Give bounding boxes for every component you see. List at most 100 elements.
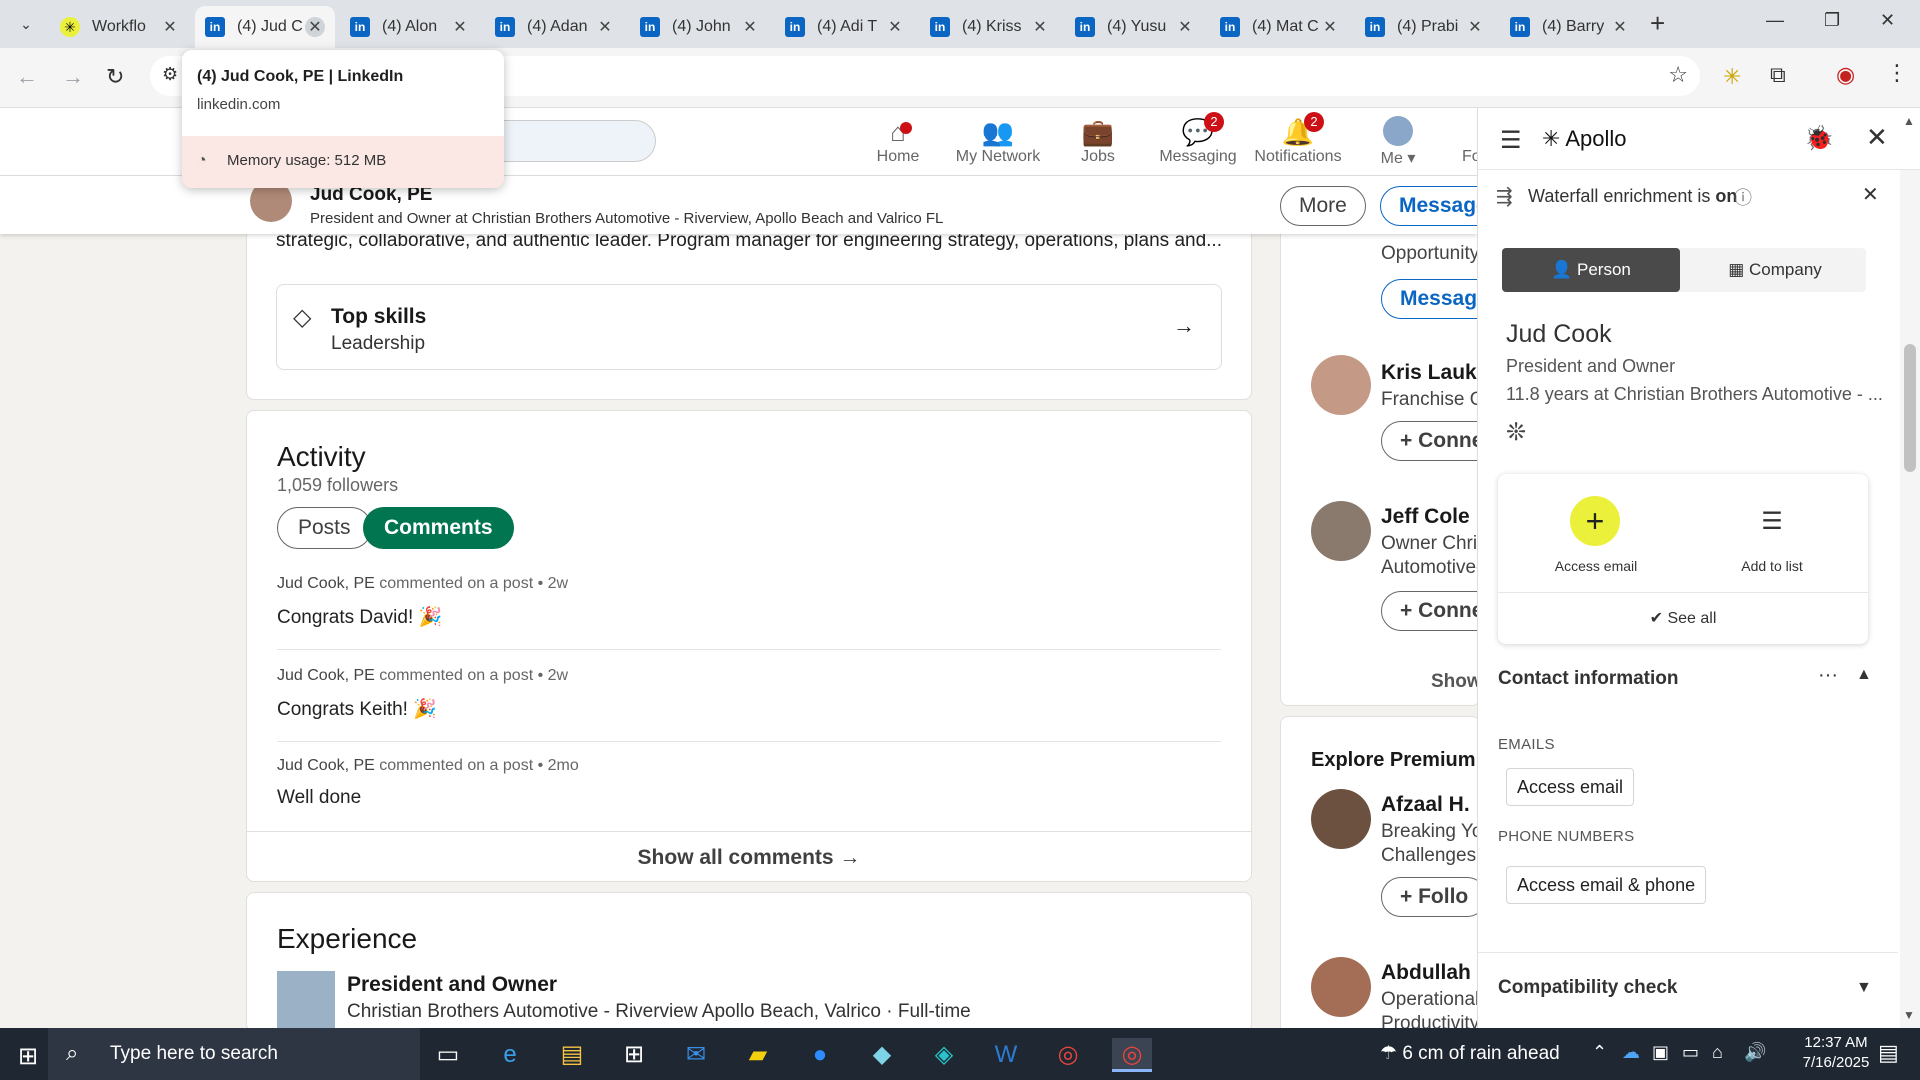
company-logo[interactable] bbox=[277, 971, 335, 1031]
rail-person-name[interactable]: Jeff Cole bbox=[1381, 505, 1470, 529]
access-email-phone-button[interactable]: Access email & phone bbox=[1506, 866, 1707, 904]
rail-show-all[interactable]: Show bbox=[1431, 671, 1479, 693]
clock-time[interactable]: 12:37 AM bbox=[1796, 1034, 1876, 1051]
browser-tab-active[interactable]: in (4) Jud C ✕ bbox=[195, 6, 335, 48]
nav-me[interactable]: Me ▾ bbox=[1350, 116, 1446, 168]
browser-tab[interactable]: ✳ Workflo ✕ bbox=[50, 6, 190, 48]
rail-follow-button[interactable]: + Follo bbox=[1381, 877, 1479, 917]
person-photo[interactable] bbox=[1311, 501, 1371, 561]
caret-up-icon[interactable]: ▲ bbox=[1856, 666, 1872, 684]
show-all-comments-link[interactable]: Show all comments → bbox=[247, 831, 1251, 883]
window-close-icon[interactable]: ✕ bbox=[1880, 10, 1895, 31]
word-icon[interactable]: W bbox=[986, 1038, 1026, 1072]
tab-close-icon[interactable]: ✕ bbox=[885, 17, 905, 37]
tab-close-icon[interactable]: ✕ bbox=[450, 17, 470, 37]
notification-center-icon[interactable]: ▤ bbox=[1878, 1040, 1899, 1066]
zoom-icon[interactable]: ● bbox=[800, 1038, 840, 1072]
tab-close-icon[interactable]: ✕ bbox=[1030, 17, 1050, 37]
file-explorer-icon[interactable]: ▤ bbox=[552, 1038, 592, 1072]
hamburger-menu-icon[interactable]: ☰ bbox=[1500, 126, 1522, 155]
rail-connect-button[interactable]: + Conne bbox=[1381, 421, 1479, 461]
person-photo[interactable] bbox=[1311, 355, 1371, 415]
filter-comments[interactable]: Comments bbox=[363, 507, 514, 549]
nav-notifications[interactable]: 🔔 2 Notifications bbox=[1250, 112, 1346, 166]
access-email-button[interactable]: Access email bbox=[1506, 768, 1635, 806]
tab-company[interactable]: ▦ Company bbox=[1684, 248, 1866, 292]
more-button[interactable]: More bbox=[1280, 186, 1366, 226]
arrow-right-icon[interactable]: → bbox=[1173, 313, 1195, 339]
rail-person-name[interactable]: Afzaal H. bbox=[1381, 793, 1470, 817]
site-info-icon[interactable]: ⚙ bbox=[162, 64, 178, 85]
browser-tab[interactable]: in (4) Prabi ✕ bbox=[1355, 6, 1495, 48]
task-view-icon[interactable]: ▭ bbox=[428, 1038, 468, 1072]
tab-close-icon[interactable]: ✕ bbox=[595, 17, 615, 37]
browser-tab[interactable]: in (4) Mat C ✕ bbox=[1210, 6, 1350, 48]
battery-icon[interactable]: ▭ bbox=[1682, 1042, 1699, 1063]
taskbar-search-box[interactable]: ⌕ Type here to search bbox=[48, 1028, 420, 1080]
browser-tab[interactable]: in (4) Barry ✕ bbox=[1500, 6, 1640, 48]
tab-close-icon[interactable]: ✕ bbox=[1320, 17, 1340, 37]
rail-connect-button[interactable]: + Conne bbox=[1381, 591, 1479, 631]
volume-icon[interactable]: 🔊 bbox=[1744, 1042, 1766, 1063]
rail-person-name[interactable]: Abdullah B bbox=[1381, 961, 1479, 985]
nav-home[interactable]: ⌂ Home bbox=[850, 116, 946, 166]
bug-report-icon[interactable]: 🐞 bbox=[1804, 124, 1834, 153]
nav-my-network[interactable]: 👥 My Network bbox=[950, 116, 1046, 166]
tab-person[interactable]: 👤 Person bbox=[1502, 248, 1680, 292]
browser-tab[interactable]: in (4) Yusu ✕ bbox=[1065, 6, 1205, 48]
activity-comment[interactable]: Jud Cook, PE commented on a post • 2w Co… bbox=[277, 667, 1221, 721]
tab-close-icon[interactable]: ✕ bbox=[160, 17, 180, 37]
browser-tab[interactable]: in (4) Kriss ✕ bbox=[920, 6, 1060, 48]
scroll-up-arrow-icon[interactable]: ▲ bbox=[1903, 114, 1915, 128]
rail-person-name[interactable]: Kris Laukar bbox=[1381, 361, 1479, 385]
info-icon[interactable]: ⓘ bbox=[1734, 184, 1752, 210]
browser-tab[interactable]: in (4) Adi T ✕ bbox=[775, 6, 915, 48]
microsoft-store-icon[interactable]: ⊞ bbox=[614, 1038, 654, 1072]
activity-comment[interactable]: Jud Cook, PE commented on a post • 2w Co… bbox=[277, 575, 1221, 629]
see-all-button[interactable]: ✔ See all bbox=[1498, 608, 1868, 628]
kite-app-icon[interactable]: ◈ bbox=[924, 1038, 964, 1072]
new-tab-plus-icon[interactable]: + bbox=[1650, 8, 1665, 39]
bookmark-star-icon[interactable]: ☆ bbox=[1668, 62, 1688, 88]
compatibility-section[interactable]: Compatibility check ▼ bbox=[1478, 952, 1898, 1028]
sticky-notes-icon[interactable]: ▰ bbox=[738, 1038, 778, 1072]
onedrive-icon[interactable]: ☁ bbox=[1622, 1042, 1640, 1063]
mail-icon[interactable]: ✉ bbox=[676, 1038, 716, 1072]
activity-comment[interactable]: Jud Cook, PE commented on a post • 2mo W… bbox=[277, 757, 1221, 809]
access-email-label[interactable]: Access email bbox=[1538, 558, 1654, 574]
contact-info-title[interactable]: Contact information bbox=[1498, 668, 1679, 690]
access-email-plus-button[interactable]: + bbox=[1570, 496, 1620, 546]
panel-close-icon[interactable]: ✕ bbox=[1866, 122, 1888, 153]
tab-close-icon[interactable]: ✕ bbox=[740, 17, 760, 37]
meet-now-icon[interactable]: ▣ bbox=[1652, 1042, 1669, 1063]
chevron-up-icon[interactable]: ⌃ bbox=[1592, 1042, 1607, 1063]
tab-close-icon[interactable]: ✕ bbox=[305, 17, 325, 37]
more-options-icon[interactable]: ··· bbox=[1818, 664, 1838, 687]
forward-arrow-icon[interactable]: → bbox=[62, 64, 84, 90]
browser-menu-icon[interactable]: ⋮ bbox=[1886, 60, 1908, 86]
browser-tab[interactable]: in (4) John ✕ bbox=[630, 6, 770, 48]
panel-scrollbar[interactable]: ▲ ▼ bbox=[1900, 114, 1920, 1028]
person-photo[interactable] bbox=[1311, 789, 1371, 849]
chrome-icon[interactable]: ◎ bbox=[1048, 1038, 1088, 1072]
pen-app-icon[interactable]: ◆ bbox=[862, 1038, 902, 1072]
weather-widget[interactable]: ☂ 6 cm of rain ahead bbox=[1380, 1042, 1560, 1065]
windows-start-icon[interactable]: ⊞ bbox=[18, 1042, 38, 1071]
clock-date[interactable]: 7/16/2025 bbox=[1796, 1054, 1876, 1071]
scroll-down-arrow-icon[interactable]: ▼ bbox=[1903, 1008, 1915, 1022]
list-icon[interactable]: ☰ bbox=[1752, 502, 1792, 542]
nav-messaging[interactable]: 💬 2 Messaging bbox=[1150, 112, 1246, 166]
restore-icon[interactable]: ❐ bbox=[1824, 10, 1840, 31]
apollo-extension-icon[interactable]: ✳ bbox=[1723, 64, 1741, 90]
banner-close-icon[interactable]: ✕ bbox=[1862, 182, 1879, 207]
filter-posts[interactable]: Posts bbox=[277, 507, 372, 549]
tab-close-icon[interactable]: ✕ bbox=[1465, 17, 1485, 37]
extensions-puzzle-icon[interactable]: ⧉ bbox=[1770, 62, 1786, 88]
chrome-active-icon[interactable]: ◎ bbox=[1112, 1038, 1152, 1072]
network-icon[interactable]: ⌂ bbox=[1712, 1042, 1723, 1063]
scrollbar-thumb[interactable] bbox=[1904, 344, 1916, 472]
browser-tab[interactable]: in (4) Alon ✕ bbox=[340, 6, 480, 48]
tab-close-icon[interactable]: ✕ bbox=[1610, 17, 1630, 37]
edge-icon[interactable]: e bbox=[490, 1038, 530, 1072]
top-skills-box[interactable]: ◇ Top skills Leadership → bbox=[276, 284, 1222, 370]
